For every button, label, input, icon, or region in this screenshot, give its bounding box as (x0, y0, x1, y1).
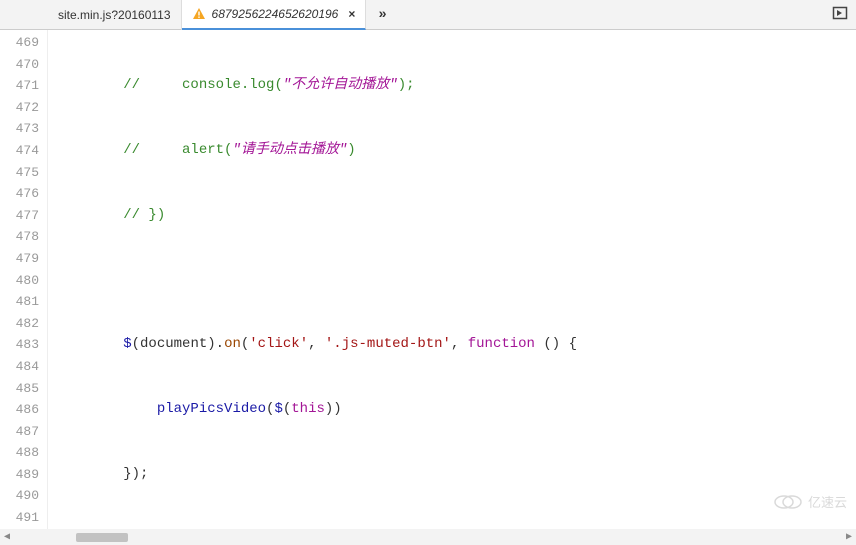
line-number: 491 (0, 507, 39, 529)
code-line: playPicsVideo($(this)) (48, 399, 856, 421)
close-icon[interactable]: × (348, 7, 355, 21)
line-number: 469 (0, 32, 39, 54)
code-line: }); (48, 464, 856, 486)
line-number: 485 (0, 378, 39, 400)
line-number: 488 (0, 442, 39, 464)
line-number: 475 (0, 162, 39, 184)
line-number: 487 (0, 421, 39, 443)
tab-bar: site.min.js?20160113 6879256224652620196… (0, 0, 856, 30)
line-number: 478 (0, 226, 39, 248)
line-number: 483 (0, 334, 39, 356)
scroll-right-arrow[interactable]: ▶ (842, 530, 856, 544)
warning-icon (192, 7, 206, 21)
code-area: 4694704714724734744754764774784794804814… (0, 30, 856, 529)
code-line: $(document).on('click', '.js-muted-btn',… (48, 334, 856, 356)
line-number: 484 (0, 356, 39, 378)
line-number: 472 (0, 97, 39, 119)
line-number: 480 (0, 270, 39, 292)
line-number: 482 (0, 313, 39, 335)
line-number: 471 (0, 75, 39, 97)
code-line (48, 270, 856, 292)
tab-inactive[interactable]: site.min.js?20160113 (48, 0, 182, 30)
tab-active[interactable]: 6879256224652620196 × (182, 0, 367, 30)
line-number: 477 (0, 205, 39, 227)
line-number: 481 (0, 291, 39, 313)
scroll-left-arrow[interactable]: ◀ (0, 530, 14, 544)
line-number: 489 (0, 464, 39, 486)
horizontal-scrollbar[interactable]: ◀ ▶ (0, 529, 856, 545)
line-number: 476 (0, 183, 39, 205)
editor-container: site.min.js?20160113 6879256224652620196… (0, 0, 856, 545)
dock-button[interactable] (832, 5, 848, 26)
code-line: // console.log("不允许自动播放"); (48, 75, 856, 97)
scrollbar-thumb[interactable] (76, 533, 128, 542)
line-number: 474 (0, 140, 39, 162)
line-number: 486 (0, 399, 39, 421)
code-line: // }) (48, 205, 856, 227)
code-content[interactable]: // console.log("不允许自动播放"); // alert("请手动… (48, 30, 856, 529)
code-line: // alert("请手动点击播放") (48, 140, 856, 162)
line-number-gutter: 4694704714724734744754764774784794804814… (0, 30, 48, 529)
tab-label: 6879256224652620196 (212, 7, 339, 21)
more-tabs-button[interactable]: » (366, 7, 398, 23)
line-number: 473 (0, 118, 39, 140)
line-number: 479 (0, 248, 39, 270)
scrollbar-track[interactable] (62, 530, 828, 544)
line-number: 470 (0, 54, 39, 76)
tab-label: site.min.js?20160113 (58, 8, 171, 22)
line-number: 490 (0, 485, 39, 507)
